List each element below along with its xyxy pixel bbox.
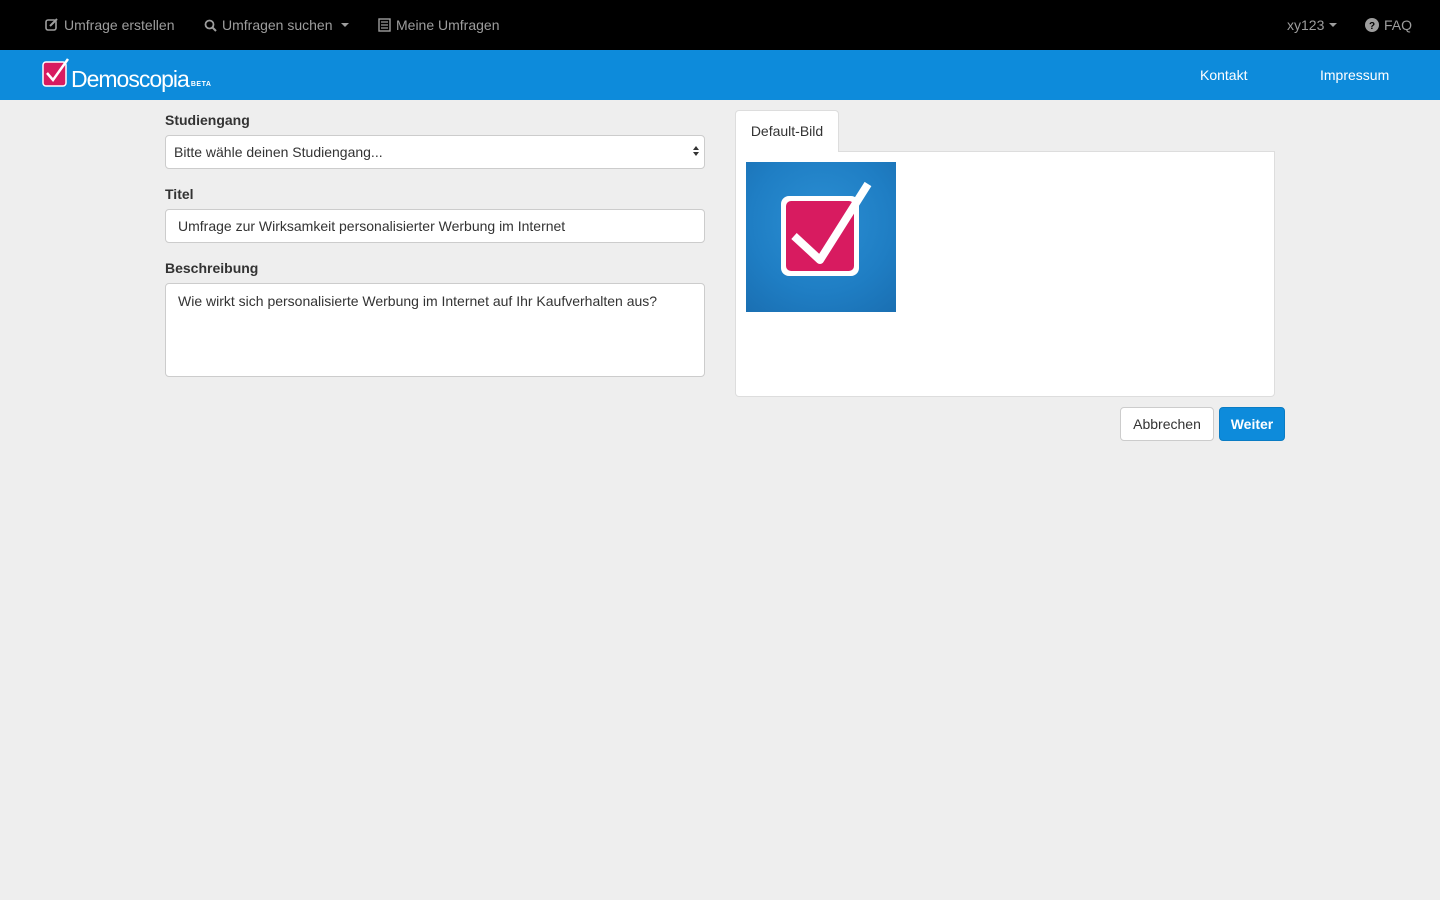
nav-faq[interactable]: ? FAQ bbox=[1365, 0, 1412, 50]
brand-bar: Demoscopia BETA Kontakt Impressum bbox=[0, 50, 1440, 100]
nav-faq-label: FAQ bbox=[1384, 17, 1413, 33]
edit-icon bbox=[45, 18, 59, 32]
user-menu[interactable]: xy123 bbox=[1287, 0, 1338, 50]
description-label: Beschreibung bbox=[165, 260, 259, 276]
checkbox-logo-icon bbox=[42, 58, 70, 91]
course-label: Studiengang bbox=[165, 112, 250, 128]
tab-default-image[interactable]: Default-Bild bbox=[735, 110, 839, 152]
checkbox-logo-icon bbox=[781, 181, 872, 276]
title-label: Titel bbox=[165, 186, 194, 202]
select-arrows-icon bbox=[693, 146, 699, 156]
title-input-value: Umfrage zur Wirksamkeit personalisierter… bbox=[178, 218, 566, 234]
description-textarea[interactable]: Wie wirkt sich personalisierte Werbung i… bbox=[165, 283, 705, 377]
user-menu-label: xy123 bbox=[1287, 17, 1325, 33]
top-navbar: Umfrage erstellen Umfragen suchen Meine … bbox=[0, 0, 1440, 50]
brand-name: Demoscopia bbox=[71, 66, 190, 92]
search-icon bbox=[204, 19, 217, 32]
caret-down-icon bbox=[1329, 23, 1338, 27]
nav-contact[interactable]: Kontakt bbox=[1200, 50, 1247, 100]
nav-search-surveys[interactable]: Umfragen suchen bbox=[204, 0, 349, 50]
nav-create-survey[interactable]: Umfrage erstellen bbox=[45, 0, 175, 50]
caret-down-icon bbox=[340, 23, 349, 27]
next-button[interactable]: Weiter bbox=[1219, 407, 1285, 441]
title-input[interactable]: Umfrage zur Wirksamkeit personalisierter… bbox=[165, 209, 705, 243]
course-select-value: Bitte wähle deinen Studiengang... bbox=[174, 144, 383, 160]
cancel-button[interactable]: Abbrechen bbox=[1120, 407, 1214, 441]
default-survey-image[interactable] bbox=[746, 162, 896, 312]
beta-badge: BETA bbox=[190, 81, 212, 88]
nav-my-surveys-label: Meine Umfragen bbox=[396, 17, 500, 33]
svg-text:?: ? bbox=[1369, 21, 1375, 32]
nav-create-survey-label: Umfrage erstellen bbox=[64, 17, 175, 33]
nav-imprint[interactable]: Impressum bbox=[1320, 50, 1389, 100]
course-select[interactable]: Bitte wähle deinen Studiengang... bbox=[165, 135, 705, 169]
list-icon bbox=[378, 18, 391, 32]
brand-logo[interactable]: Demoscopia BETA bbox=[42, 58, 212, 92]
question-circle-icon: ? bbox=[1365, 18, 1379, 32]
nav-search-surveys-label: Umfragen suchen bbox=[222, 17, 333, 33]
nav-my-surveys[interactable]: Meine Umfragen bbox=[378, 0, 500, 50]
description-textarea-value: Wie wirkt sich personalisierte Werbung i… bbox=[178, 293, 658, 309]
